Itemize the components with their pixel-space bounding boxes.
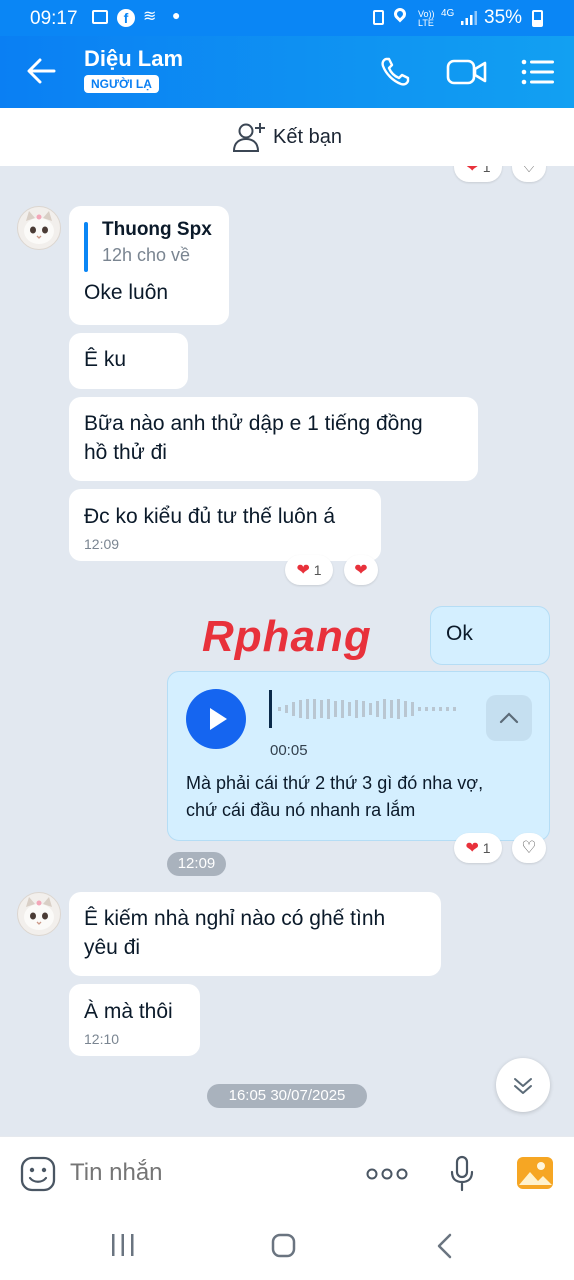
emoji-sticker-icon[interactable] [20,1156,56,1192]
quote-author: Thuong Spx [102,219,212,240]
wave-icon: ≋ [143,8,157,25]
cat-avatar-icon [24,211,54,244]
facebook-icon: f [117,9,135,27]
collapse-transcript-button[interactable] [486,695,532,741]
transcript-line: chứ cái đầu nó nhanh ra lắm [186,800,416,820]
gallery-icon [92,10,108,24]
message-text-line: hồ thử đi [84,441,167,464]
quote-text: 12h cho về [102,245,191,265]
message-input-bar [0,1136,574,1211]
heart-icon: ❤ [354,562,368,579]
more-options-icon[interactable] [366,1167,408,1181]
dot-icon: ● [172,7,181,23]
heart-icon: ❤ [465,166,479,176]
voice-message-bubble[interactable]: 00:05 Mà phải cái thứ 2 thứ 3 gì đó nha … [167,671,550,841]
quote-bar [84,222,88,272]
image-gallery-icon[interactable] [516,1155,554,1191]
scroll-to-bottom-button[interactable] [496,1058,550,1112]
audio-waveform [269,690,456,728]
avatar[interactable] [17,892,61,936]
reaction-heart-count[interactable]: ❤ 1 [454,166,502,182]
add-reaction-button[interactable]: ❤ [344,555,378,585]
watermark-logo: Rphang [202,612,372,662]
chevron-up-icon [499,712,519,724]
double-chevron-down-icon [514,1078,532,1094]
message-text-line: Ê kiếm nhà nghỉ nào có ghế tình [84,907,386,930]
message-text: À mà thôi [84,1000,173,1023]
message-text-line: Bữa nào anh thử dập e 1 tiếng đồng [84,412,423,435]
play-button[interactable] [186,689,246,749]
message-bubble[interactable]: Đc ko kiểu đủ tư thế luôn á 12:09 [69,489,381,561]
heart-outline-icon: ♡ [521,838,537,857]
video-call-icon[interactable] [446,58,488,86]
status-bar: 09:17 f ≋ ● Vo)) LTE 4G 35% [0,0,574,36]
heart-outline-icon: ♡ [521,166,537,176]
message-time: 12:09 [84,536,120,552]
chat-header: Diệu Lam NGƯỜI LẠ [0,36,574,108]
recent-apps-icon[interactable] [110,1232,136,1258]
chat-area[interactable]: ❤ 1 ♡ Thuong Spx 12h cho về Oke luôn Ê k… [0,166,574,1136]
add-reaction-button[interactable]: ♡ [512,833,546,863]
stranger-badge: NGƯỜI LẠ [84,75,159,93]
date-separator: 16:05 30/07/2025 [207,1084,367,1108]
sim-icon [373,10,384,25]
menu-list-icon[interactable] [521,58,555,86]
message-text-line: yêu đi [84,936,141,959]
time-separator: 12:09 [167,852,226,876]
message-bubble[interactable]: Ê ku [69,333,188,389]
message-text: Đc ko kiểu đủ tư thế luôn á [84,505,336,528]
add-reaction-button[interactable]: ♡ [512,166,546,182]
battery-percent: 35% [484,7,523,28]
voice-transcript: Mà phải cái thứ 2 thứ 3 gì đó nha vợ, ch… [186,770,483,824]
message-bubble[interactable]: Ê kiếm nhà nghỉ nào có ghế tình yêu đi [69,892,441,976]
message-bubble[interactable]: Bữa nào anh thử dập e 1 tiếng đồng hồ th… [69,397,478,481]
message-bubble[interactable]: À mà thôi 12:10 [69,984,200,1056]
message-input[interactable] [70,1159,340,1187]
message-bubble[interactable]: Thuong Spx 12h cho về Oke luôn [69,206,229,325]
add-friend-bar[interactable]: Kết bạn [0,108,574,166]
phone-call-icon[interactable] [379,56,411,88]
network-type: 4G [441,8,455,19]
microphone-icon[interactable] [450,1155,474,1193]
message-text: Oke luôn [84,281,169,304]
status-time: 09:17 [30,8,78,29]
heart-icon: ❤ [296,562,310,579]
add-user-icon [232,123,265,152]
contact-name[interactable]: Diệu Lam [84,46,183,72]
volte-label: Vo)) LTE [418,9,435,28]
system-nav-bar [0,1210,574,1280]
heart-icon: ❤ [465,840,479,857]
message-time: 12:10 [84,1031,120,1047]
message-text: Ok [446,622,473,645]
signal-icon [461,11,477,25]
my-message-bubble[interactable]: Ok [430,606,550,665]
transcript-line: Mà phải cái thứ 2 thứ 3 gì đó nha vợ, [186,773,484,793]
voice-duration: 00:05 [270,742,308,759]
back-nav-icon[interactable] [434,1232,456,1260]
add-friend-label: Kết bạn [273,126,342,148]
reaction-heart-count[interactable]: ❤ 1 [285,555,333,585]
message-text: Ê ku [84,348,127,371]
cat-avatar-icon [24,897,54,930]
home-icon[interactable] [270,1232,298,1260]
avatar[interactable] [17,206,61,250]
watermark-text: Rphang [202,612,372,661]
location-icon [391,5,409,23]
back-arrow-icon[interactable] [26,58,56,84]
battery-icon [532,10,543,27]
play-icon [210,708,227,730]
reaction-heart-count[interactable]: ❤ 1 [454,833,502,863]
